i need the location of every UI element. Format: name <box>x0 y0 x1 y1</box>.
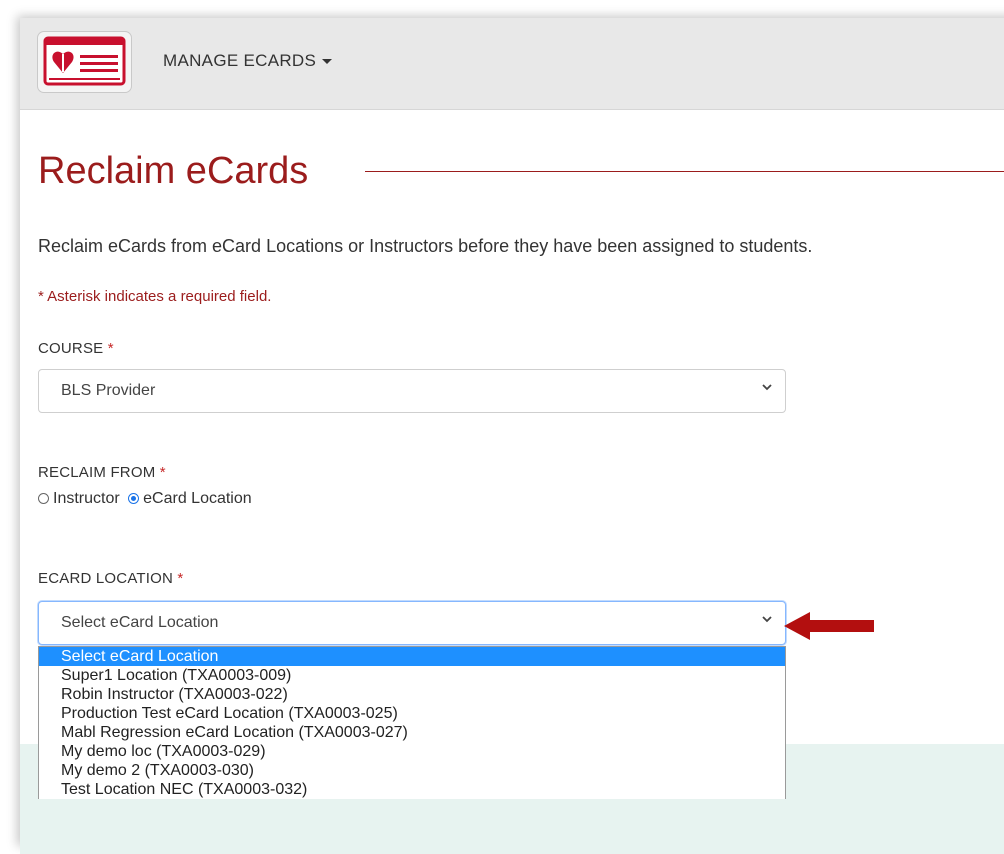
aha-ecard-logo-icon[interactable] <box>37 31 132 93</box>
ecard-location-select-value: Select eCard Location <box>61 614 219 631</box>
course-label: COURSE * <box>38 340 114 357</box>
required-field-note: * Asterisk indicates a required field. <box>38 288 272 305</box>
page-title: Reclaim eCards <box>38 150 309 192</box>
dropdown-option[interactable]: My demo 2 (TXA0003-030) <box>39 761 785 780</box>
manage-ecards-menu[interactable]: MANAGE ECARDS <box>163 51 333 71</box>
reclaim-from-radio-group: Instructor eCard Location <box>38 490 252 508</box>
ecard-location-options-list: Select eCard Location Super1 Location (T… <box>38 646 786 799</box>
reclaim-from-label-text: RECLAIM FROM <box>38 464 156 481</box>
dropdown-option[interactable]: Select eCard Location <box>39 647 785 666</box>
page-intro: Reclaim eCards from eCard Locations or I… <box>38 236 813 256</box>
caret-down-icon <box>322 59 333 65</box>
manage-ecards-label: MANAGE ECARDS <box>163 51 317 70</box>
dropdown-option[interactable]: Production Test eCard Location (TXA0003-… <box>39 704 785 723</box>
dropdown-option[interactable]: Robin Instructor (TXA0003-022) <box>39 685 785 704</box>
app-window: MANAGE ECARDS Reclaim eCards Reclaim eCa… <box>20 18 1004 854</box>
title-divider <box>365 171 1004 172</box>
required-asterisk: * <box>177 570 184 587</box>
red-arrow-icon <box>784 612 874 640</box>
course-select-value: BLS Provider <box>61 382 156 399</box>
dropdown-option[interactable]: Mabl Regression eCard Location (TXA0003-… <box>39 723 785 742</box>
ecard-location-label-text: ECARD LOCATION <box>38 570 174 587</box>
radio-ecard-location[interactable] <box>128 493 140 504</box>
course-label-text: COURSE <box>38 340 104 357</box>
required-asterisk: * <box>159 464 166 481</box>
radio-instructor-label[interactable]: Instructor <box>53 490 120 507</box>
dropdown-option[interactable]: Super1 Location (TXA0003-009) <box>39 666 785 685</box>
reclaim-from-label: RECLAIM FROM * <box>38 464 166 481</box>
ecard-location-select[interactable]: Select eCard Location <box>38 601 786 645</box>
radio-instructor[interactable] <box>38 493 49 504</box>
radio-ecard-location-label[interactable]: eCard Location <box>143 490 252 507</box>
chevron-down-icon <box>761 380 773 398</box>
ecard-location-label: ECARD LOCATION * <box>38 570 183 587</box>
dropdown-option[interactable]: My demo loc (TXA0003-029) <box>39 742 785 761</box>
chevron-down-icon <box>761 612 773 630</box>
required-asterisk: * <box>107 340 114 357</box>
dropdown-option[interactable]: Test Location NEC (TXA0003-032) <box>39 780 785 799</box>
top-navbar: MANAGE ECARDS <box>20 18 1004 110</box>
course-select[interactable]: BLS Provider <box>38 369 786 413</box>
